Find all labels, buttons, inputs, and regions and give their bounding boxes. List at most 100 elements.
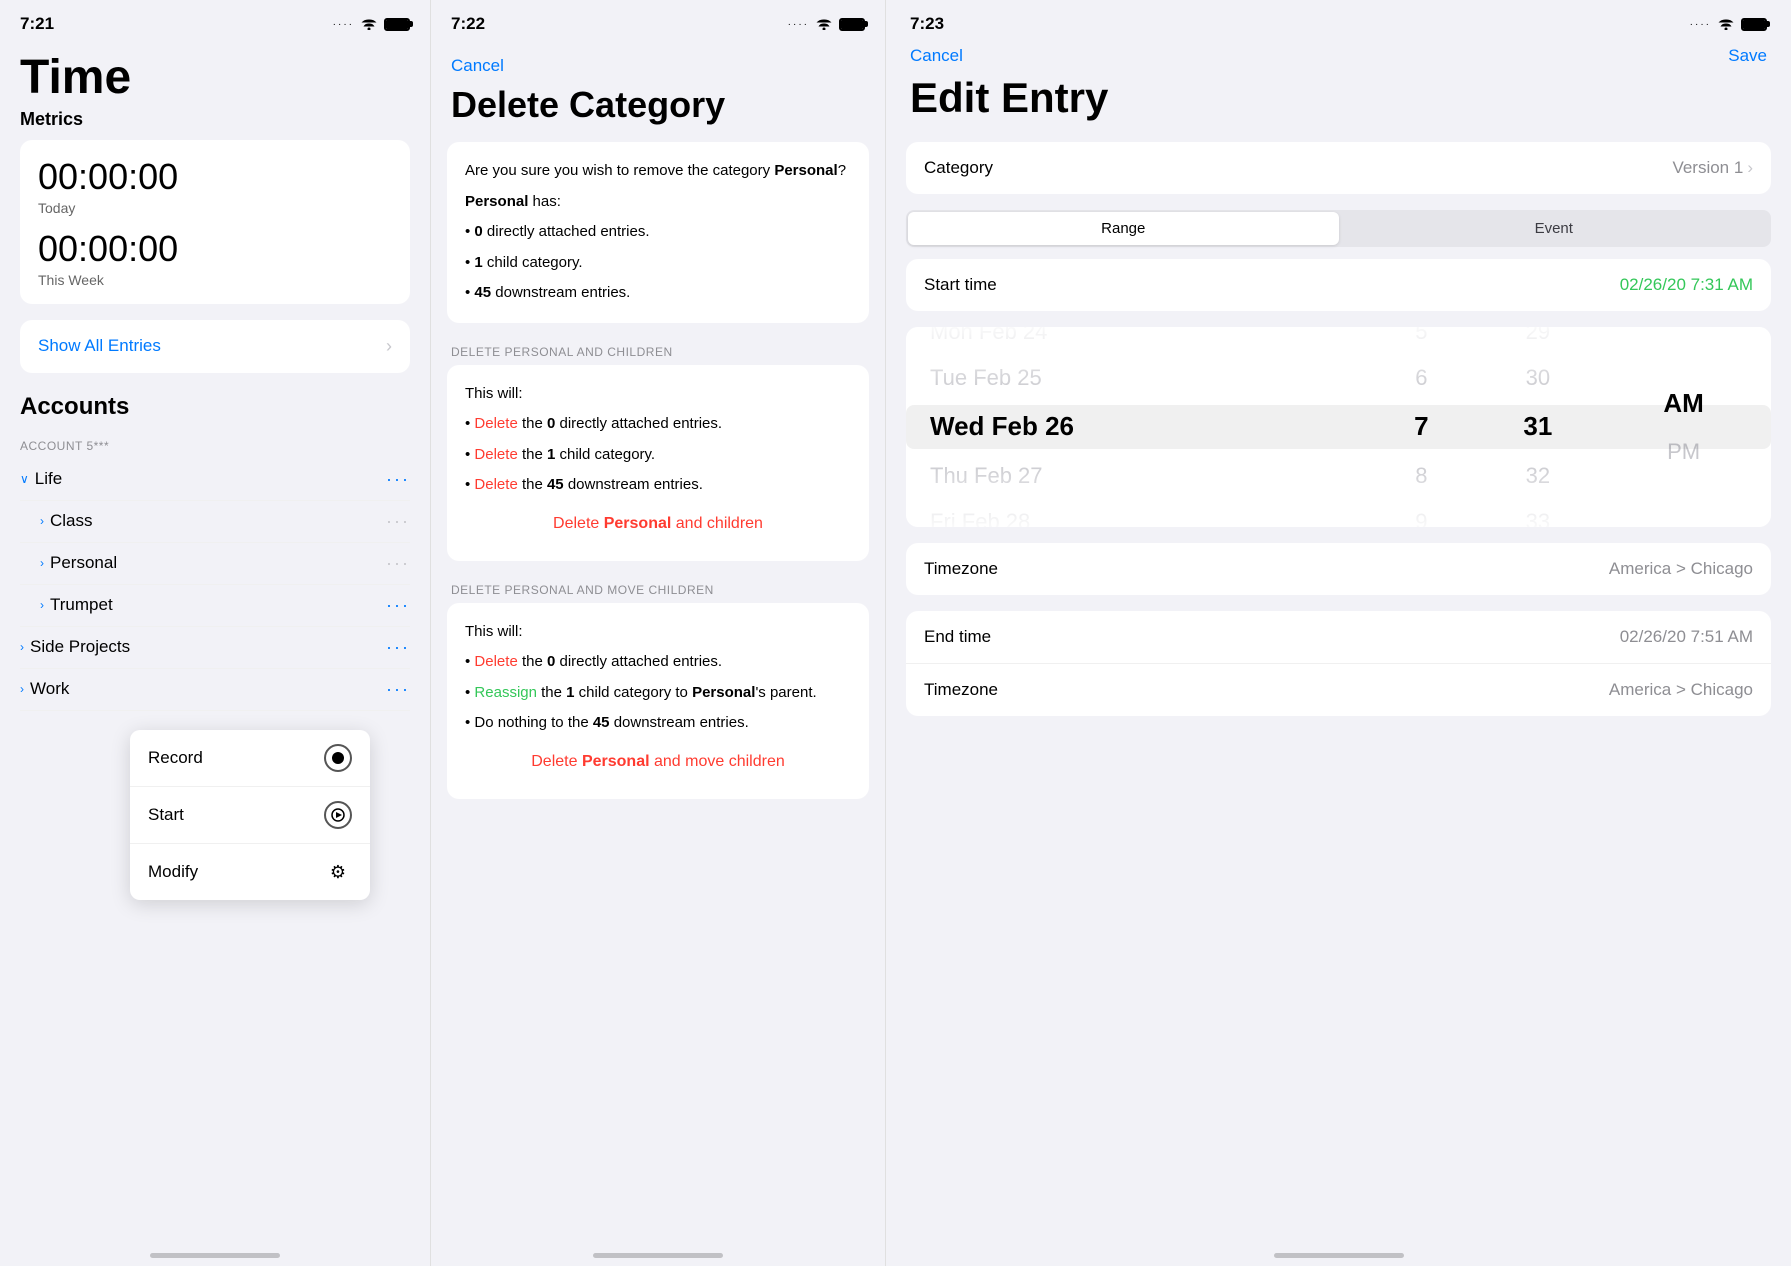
battery-icon — [384, 18, 410, 31]
account-dots-work[interactable]: ··· — [386, 679, 410, 700]
account-name-side: Side Projects — [30, 637, 386, 657]
start-time-label: Start time — [924, 275, 997, 295]
picker-minute-col: 28 29 30 31 32 33 34 — [1480, 327, 1597, 527]
timezone-row[interactable]: Timezone America > Chicago — [906, 543, 1771, 595]
metrics-section-title: Metrics — [20, 109, 410, 130]
picker-date-1: Mon Feb 24 — [926, 327, 1363, 355]
chevron-icon-category: › — [1747, 158, 1753, 178]
status-icons-3: ···· — [1690, 16, 1767, 33]
menu-modify-label: Modify — [148, 862, 198, 882]
nav-bar-2: Cancel — [431, 42, 885, 84]
picker-hour-2: 6 — [1363, 355, 1480, 401]
end-time-label: End time — [924, 627, 991, 647]
battery-icon-2 — [839, 18, 865, 31]
delete-children-button[interactable]: Delete Personal and children — [465, 505, 851, 543]
delete-direct-1: • Delete the 0 directly attached entries… — [465, 413, 851, 436]
account-name-life: Life — [35, 469, 386, 489]
picker-min-1: 29 — [1480, 327, 1597, 355]
picker-ampm-1: PM — [1596, 429, 1771, 475]
account-trumpet[interactable]: › Trumpet ··· — [20, 585, 410, 627]
move-children-card: This will: • Delete the 0 directly attac… — [447, 603, 869, 799]
picker-date-5: Fri Feb 28 — [926, 499, 1363, 527]
menu-start[interactable]: Start — [130, 787, 370, 844]
picker-min-4: 32 — [1480, 453, 1597, 499]
picker-hour-col: 4 5 6 7 8 9 10 — [1363, 327, 1480, 527]
cancel-button-3[interactable]: Cancel — [910, 46, 963, 66]
account-dots-trumpet[interactable]: ··· — [386, 595, 410, 616]
accounts-title: Accounts — [20, 393, 410, 421]
home-indicator-3 — [1274, 1253, 1404, 1258]
delete-child-1: • Delete the 1 child category. — [465, 444, 851, 467]
today-label: Today — [38, 200, 392, 216]
record-icon — [324, 744, 352, 772]
gear-icon: ⚙ — [324, 858, 352, 886]
picker-min-3: 31 — [1480, 401, 1597, 452]
account-dots-side[interactable]: ··· — [386, 637, 410, 658]
week-value: 00:00:00 — [38, 228, 392, 270]
delete-move-button[interactable]: Delete Personal and move children — [465, 743, 851, 781]
range-event-segment[interactable]: Range Event — [906, 210, 1771, 247]
picker-hour-3: 7 — [1363, 401, 1480, 452]
confirmation-card: Are you sure you wish to remove the cate… — [447, 142, 869, 323]
confirm-text: Are you sure you wish to remove the cate… — [465, 160, 851, 183]
confirm-bold: Personal — [774, 162, 837, 179]
picker-hour-1: 5 — [1363, 327, 1480, 355]
start-time-row[interactable]: Start time 02/26/20 7:31 AM — [906, 259, 1771, 311]
wifi-icon-3 — [1717, 16, 1735, 33]
start-icon — [324, 801, 352, 829]
account-dots-personal[interactable]: ··· — [386, 553, 410, 574]
account-section-header: ACCOUNT 5*** — [20, 431, 410, 459]
account-name-trumpet: Trumpet — [50, 595, 386, 615]
menu-modify[interactable]: Modify ⚙ — [130, 844, 370, 900]
has-downstream: • 45 downstream entries. — [465, 282, 851, 305]
start-time-card: Start time 02/26/20 7:31 AM — [906, 259, 1771, 311]
picker-hour-4: 8 — [1363, 453, 1480, 499]
expand-icon-class: › — [40, 514, 44, 528]
timezone2-value: America > Chicago — [1609, 680, 1753, 700]
today-value: 00:00:00 — [38, 156, 392, 198]
account-name-class: Class — [50, 511, 386, 531]
category-row[interactable]: Category Version 1 › — [906, 142, 1771, 194]
account-dots-life[interactable]: ··· — [386, 469, 410, 490]
start-time-value: 02/26/20 7:31 AM — [1620, 275, 1753, 295]
this-will-1: This will: — [465, 383, 851, 406]
signal-icon: ···· — [333, 19, 354, 30]
segment-range[interactable]: Range — [908, 212, 1339, 245]
account-personal[interactable]: › Personal ··· — [20, 543, 410, 585]
menu-record[interactable]: Record — [130, 730, 370, 787]
wifi-icon-2 — [815, 16, 833, 33]
delete-direct-2: • Delete the 0 directly attached entries… — [465, 651, 851, 674]
panel-time: 7:21 ···· Time Metrics 00:00:00 Today 00… — [0, 0, 430, 1266]
panel-delete-category: 7:22 ···· Cancel Delete Category Are you… — [430, 0, 885, 1266]
status-bar-3: 7:23 ···· — [886, 0, 1791, 42]
status-icons-2: ···· — [788, 16, 865, 33]
date-time-picker[interactable]: Sun Feb 23 Mon Feb 24 Tue Feb 25 Wed Feb… — [906, 327, 1771, 527]
account-work[interactable]: › Work ··· — [20, 669, 410, 711]
status-bar-1: 7:21 ···· — [0, 0, 430, 42]
section2-header: DELETE PERSONAL AND MOVE CHILDREN — [431, 577, 885, 603]
end-time-card: End time 02/26/20 7:51 AM Timezone Ameri… — [906, 611, 1771, 716]
has-child: • 1 child category. — [465, 252, 851, 275]
picker-date-col: Sun Feb 23 Mon Feb 24 Tue Feb 25 Wed Feb… — [906, 327, 1363, 527]
show-entries-button[interactable]: Show All Entries › — [20, 320, 410, 373]
menu-start-label: Start — [148, 805, 184, 825]
end-time-row[interactable]: End time 02/26/20 7:51 AM — [906, 611, 1771, 664]
account-dots-class[interactable]: ··· — [386, 511, 410, 532]
signal-icon-3: ···· — [1690, 19, 1711, 30]
expand-icon-trumpet: › — [40, 598, 44, 612]
segment-event[interactable]: Event — [1339, 212, 1770, 245]
cancel-button-2[interactable]: Cancel — [451, 56, 504, 76]
status-icons-1: ···· — [333, 16, 410, 33]
reassign-child: • Reassign the 1 child category to Perso… — [465, 682, 851, 705]
account-life[interactable]: ∨ Life ··· — [20, 459, 410, 501]
picker-date-2: Tue Feb 25 — [926, 355, 1363, 401]
account-class[interactable]: › Class ··· — [20, 501, 410, 543]
save-button-3[interactable]: Save — [1728, 46, 1767, 66]
picker-date-3: Wed Feb 26 — [926, 401, 1363, 452]
timezone2-row[interactable]: Timezone America > Chicago — [906, 664, 1771, 716]
delete-downstream-1: • Delete the 45 downstream entries. — [465, 474, 851, 497]
account-side-projects[interactable]: › Side Projects ··· — [20, 627, 410, 669]
chevron-right-icon: › — [386, 336, 392, 357]
has-direct: • 0 directly attached entries. — [465, 221, 851, 244]
status-time-2: 7:22 — [451, 14, 485, 34]
